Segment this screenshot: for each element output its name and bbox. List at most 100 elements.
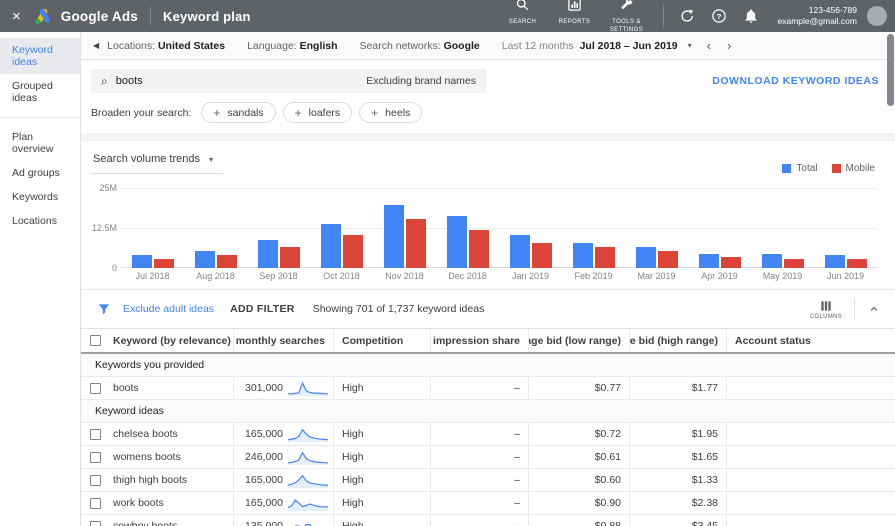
broaden-chip-loafers[interactable]: + loafers [282, 102, 353, 123]
showing-count-text: Showing 701 of 1,737 keyword ideas [312, 303, 485, 315]
legend-item-mobile: Mobile [831, 163, 875, 174]
filter-funnel-icon[interactable] [97, 302, 111, 316]
bar-total [446, 215, 467, 268]
collapse-sidebar-icon[interactable]: ◀ [85, 41, 107, 50]
avg-searches-value: 165,000 [245, 474, 283, 486]
ad-impression-share-value: – [514, 520, 520, 526]
table-filter-row: Exclude adult ideas ADD FILTER Showing 7… [81, 290, 895, 328]
competition-cell: High [333, 492, 430, 514]
sidebar-item-keyword-ideas[interactable]: Keyword ideas [0, 38, 80, 74]
table-row-thigh-high-boots[interactable]: thigh high boots 165,000 High – $0.60 $1.33 [81, 469, 895, 492]
row-checkbox[interactable] [90, 428, 101, 440]
setting-language[interactable]: Language: English [247, 40, 337, 52]
section-row-keyword-ideas: Keyword ideas [81, 400, 895, 423]
table-row-womens-boots[interactable]: womens boots 246,000 High – $0.61 $1.65 [81, 446, 895, 469]
bar-total [698, 253, 719, 268]
google-ads-triangle-icon [34, 8, 50, 24]
sidebar-item-keywords[interactable]: Keywords [0, 185, 80, 209]
table-row-cowboy-boots[interactable]: cowboy boots 135,000 High – $0.88 $3.45 [81, 515, 895, 526]
bar-total [320, 223, 341, 268]
header-cell-ad-impression-share[interactable]: Ad impression share [430, 329, 528, 352]
keyword-cell: thigh high boots [81, 469, 233, 491]
topbar-nav-tools[interactable]: TOOLS & SETTINGS [601, 0, 653, 35]
bar-group-oct-2018 [310, 188, 373, 268]
table-row-work-boots[interactable]: work boots 165,000 High – $0.90 $2.38 [81, 492, 895, 515]
help-icon[interactable]: ? [706, 8, 732, 24]
broaden-chip-sandals[interactable]: + sandals [201, 102, 276, 123]
top-bid-low-cell: $0.88 [528, 515, 629, 526]
results-card: Search volume trends ▾ Total Mobile 25M 12… [81, 141, 895, 526]
ad-impression-share-value: – [514, 451, 520, 463]
x-tick-label: May 2019 [762, 271, 803, 281]
bar-total [131, 255, 152, 268]
bar-total [194, 250, 215, 268]
bar-mobile [594, 247, 615, 268]
row-checkbox[interactable] [90, 520, 101, 526]
date-range-value[interactable]: Jul 2018 – Jun 2019 [580, 40, 678, 52]
search-icon: ⌕ [101, 73, 108, 88]
avatar[interactable] [867, 6, 887, 26]
legend-swatch [782, 164, 792, 173]
keyword-search-input[interactable]: ⌕ boots Excluding brand names [91, 69, 486, 93]
bar-total [383, 204, 404, 268]
date-range-caret-icon[interactable]: ▾ [684, 41, 696, 50]
table-row-chelsea-boots[interactable]: chelsea boots 165,000 High – $0.72 $1.95 [81, 423, 895, 446]
ad-impression-share-cell: – [430, 492, 528, 514]
row-checkbox[interactable] [90, 382, 101, 394]
exclude-adult-ideas-link[interactable]: Exclude adult ideas [123, 303, 214, 315]
google-ads-logo[interactable]: Google Ads [33, 6, 138, 27]
sidebar-item-ad-groups[interactable]: Ad groups [0, 161, 80, 185]
account-info[interactable]: 123-456-789 example@gmail.com [778, 5, 858, 26]
avg-searches-value: 135,000 [245, 520, 283, 526]
refresh-icon[interactable] [674, 8, 700, 24]
close-icon[interactable]: × [12, 9, 21, 24]
vertical-scrollbar[interactable] [887, 34, 894, 106]
date-prev-icon[interactable]: ‹ [702, 39, 716, 52]
keyword-text: thigh high boots [113, 474, 188, 486]
row-checkbox[interactable] [90, 497, 101, 509]
filter-row-separator [854, 298, 855, 320]
download-keyword-ideas-button[interactable]: DOWNLOAD KEYWORD IDEAS [712, 75, 879, 87]
sidebar-item-locations[interactable]: Locations [0, 209, 80, 233]
topbar-nav-reports[interactable]: REPORTS [549, 0, 601, 35]
header-cell-avg-monthly-searches[interactable]: Avg. monthly searches [233, 329, 333, 352]
bar-group-jun-2019 [814, 188, 877, 268]
row-checkbox[interactable] [90, 451, 101, 463]
notifications-icon[interactable] [738, 8, 764, 24]
header-cell-top-of-page-bid-high-range-[interactable]: Top of page bid (high range) [629, 329, 726, 352]
date-next-icon[interactable]: › [722, 39, 736, 52]
bar-group-may-2019 [751, 188, 814, 268]
topbar-separator [662, 5, 664, 27]
header-cell-competition[interactable]: Competition [333, 329, 430, 352]
sidebar-item-plan-overview[interactable]: Plan overview [0, 125, 80, 161]
search-volume-chart: Search volume trends ▾ Total Mobile 25M 12… [81, 141, 895, 290]
setting-searchnetworks[interactable]: Search networks: Google [360, 40, 480, 52]
topbar-nav-search[interactable]: SEARCH [497, 0, 549, 35]
x-tick-label: Jan 2019 [511, 271, 550, 281]
brand-exclusion-label[interactable]: Excluding brand names [366, 75, 476, 87]
header-cell-top-of-page-bid-low-range-[interactable]: Top of page bid (low range) [528, 329, 629, 352]
topbar-nav-label: REPORTS [558, 19, 591, 26]
header-cell-account-status[interactable]: Account status [726, 329, 895, 352]
top-bid-low-cell: $0.60 [528, 469, 629, 491]
avg-searches-value: 301,000 [245, 382, 283, 394]
columns-button[interactable]: COLUMNS [810, 299, 842, 320]
avg-monthly-searches-cell: 165,000 [233, 423, 333, 445]
chart-type-dropdown[interactable]: Search volume trends ▾ [91, 151, 224, 174]
bar-total [635, 247, 656, 268]
ad-impression-share-cell: – [430, 377, 528, 399]
section-row-keywords-you-provided: Keywords you provided [81, 354, 895, 377]
row-checkbox[interactable] [90, 474, 101, 486]
header-keyword-cell: Keyword (by relevance)↓ [81, 329, 233, 352]
legend-item-total: Total [782, 163, 818, 174]
setting-value: English [299, 39, 338, 52]
setting-locations[interactable]: Locations: United States [107, 40, 225, 52]
table-row-boots[interactable]: boots 301,000 High – $0.77 $1.77 [81, 377, 895, 400]
select-all-checkbox[interactable] [90, 335, 101, 346]
sidebar-item-grouped-ideas[interactable]: Grouped ideas [0, 74, 80, 110]
collapse-table-icon[interactable] [867, 302, 881, 316]
broaden-chip-heels[interactable]: + heels [359, 102, 423, 123]
keyword-text: cowboy boots [113, 520, 178, 526]
add-filter-button[interactable]: ADD FILTER [230, 303, 295, 315]
bar-group-jan-2019 [499, 188, 562, 268]
